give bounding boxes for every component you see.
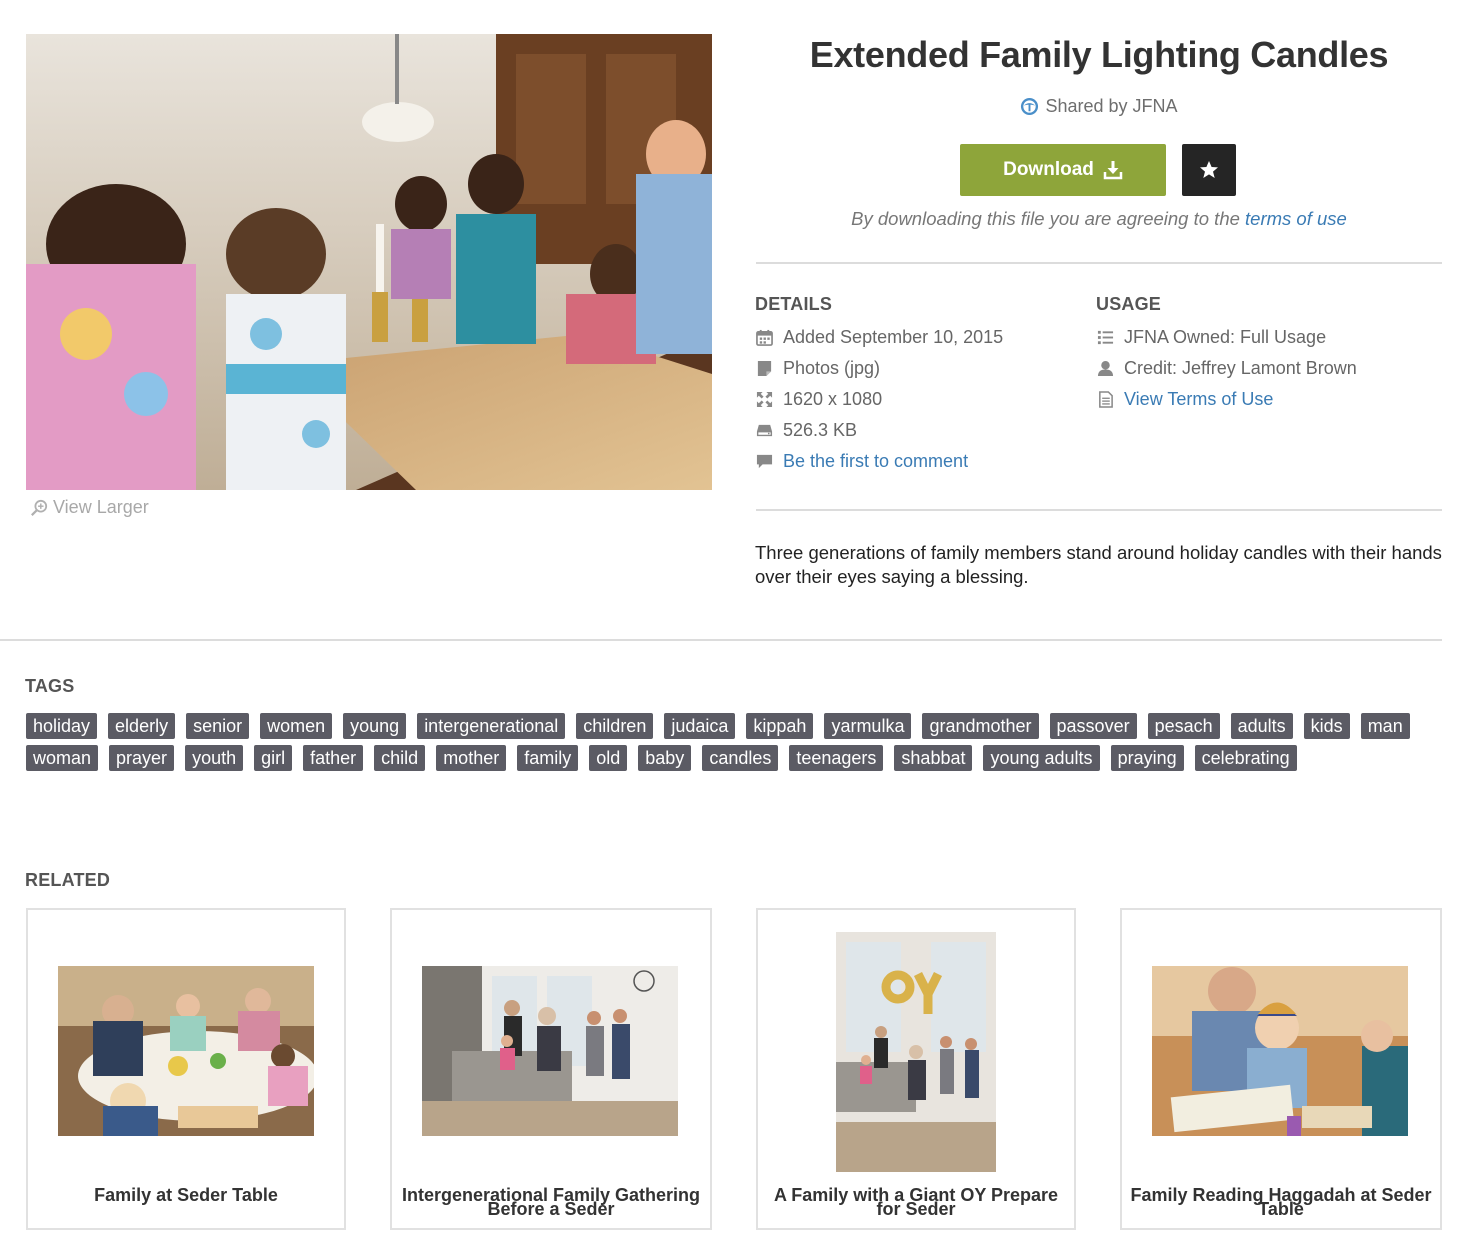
- tag[interactable]: adults: [1230, 713, 1293, 739]
- tag[interactable]: senior: [186, 713, 250, 739]
- tag[interactable]: old: [589, 745, 628, 771]
- tag[interactable]: yarmulka: [824, 713, 912, 739]
- tag[interactable]: passover: [1049, 713, 1137, 739]
- user-icon: [1096, 360, 1114, 378]
- usage-ownership: JFNA Owned: Full Usage: [1096, 322, 1357, 353]
- details-heading: DETAILS: [755, 294, 833, 314]
- shared-by: Shared by JFNA: [756, 96, 1442, 117]
- terms-notice: By downloading this file you are agreein…: [756, 208, 1442, 230]
- download-label: Download: [1003, 159, 1094, 180]
- tag[interactable]: women: [260, 713, 333, 739]
- tag[interactable]: elderly: [108, 713, 176, 739]
- tag-list: holiday elderly senior women young inter…: [26, 713, 1446, 771]
- view-larger-label: View Larger: [53, 497, 149, 517]
- tag[interactable]: teenagers: [789, 745, 884, 771]
- document-icon: [1096, 391, 1114, 409]
- tags-heading: TAGS: [25, 676, 75, 696]
- main-photo[interactable]: [26, 34, 712, 490]
- tag[interactable]: judaica: [664, 713, 736, 739]
- related-card[interactable]: Family at Seder Table: [26, 908, 346, 1230]
- detail-type-text: Photos (jpg): [783, 358, 881, 378]
- detail-dimensions: 1620 x 1080: [755, 384, 1003, 415]
- tag[interactable]: praying: [1110, 745, 1184, 771]
- detail-size-text: 526.3 KB: [783, 420, 858, 440]
- tag[interactable]: kids: [1303, 713, 1350, 739]
- comment-link[interactable]: Be the first to comment: [783, 451, 968, 472]
- related-thumbnail: [836, 932, 996, 1172]
- file-icon: [755, 360, 773, 378]
- usage-heading: USAGE: [1096, 294, 1162, 314]
- related-card[interactable]: A Family with a Giant OY Prepare for Sed…: [756, 908, 1076, 1230]
- tag[interactable]: child: [374, 745, 426, 771]
- calendar-icon: [755, 329, 773, 347]
- tag[interactable]: man: [1360, 713, 1410, 739]
- tag[interactable]: prayer: [109, 745, 175, 771]
- magnifier-icon: [31, 499, 48, 516]
- main-photo-image: [26, 34, 712, 490]
- list-icon: [1096, 329, 1114, 347]
- page-title: Extended Family Lighting Candles: [809, 34, 1389, 75]
- related-card[interactable]: Intergenerational Family Gathering Befor…: [390, 908, 712, 1230]
- divider: [0, 639, 1442, 641]
- tag[interactable]: celebrating: [1194, 745, 1297, 771]
- download-icon: [1103, 161, 1123, 180]
- favorite-button[interactable]: [1182, 144, 1236, 196]
- comment-icon: [755, 453, 773, 471]
- tag[interactable]: shabbat: [894, 745, 973, 771]
- detail-dimensions-text: 1620 x 1080: [783, 389, 883, 409]
- related-title: Family at Seder Table: [94, 1185, 278, 1205]
- related-heading: RELATED: [25, 870, 111, 890]
- related-title: A Family with a Giant OY Prepare for Sed…: [773, 1185, 1059, 1219]
- star-icon: [1200, 161, 1218, 178]
- tag[interactable]: kippah: [746, 713, 814, 739]
- tag[interactable]: intergenerational: [417, 713, 566, 739]
- detail-added-text: Added September 10, 2015: [783, 327, 1004, 347]
- related-thumbnail: [422, 966, 678, 1136]
- tag[interactable]: young adults: [983, 745, 1100, 771]
- tag[interactable]: youth: [185, 745, 244, 771]
- tag[interactable]: young: [343, 713, 407, 739]
- usage-list: JFNA Owned: Full Usage Credit: Jeffrey L…: [1096, 322, 1357, 415]
- tag[interactable]: holiday: [26, 713, 98, 739]
- dimensions-icon: [755, 391, 773, 409]
- tag[interactable]: children: [576, 713, 654, 739]
- description: Three generations of family members stan…: [755, 542, 1442, 587]
- related-title: Family Reading Haggadah at Seder Table: [1130, 1185, 1432, 1219]
- related-thumbnail: [1152, 966, 1408, 1136]
- detail-added: Added September 10, 2015: [755, 322, 1003, 353]
- detail-type: Photos (jpg): [755, 353, 1003, 384]
- tag[interactable]: grandmother: [922, 713, 1039, 739]
- usage-credit: Credit: Jeffrey Lamont Brown: [1096, 353, 1357, 384]
- terms-notice-text: By downloading this file you are agreein…: [851, 208, 1246, 229]
- usage-ownership-text: JFNA Owned: Full Usage: [1124, 327, 1327, 347]
- usage-terms[interactable]: View Terms of Use: [1096, 384, 1357, 415]
- divider: [756, 509, 1442, 511]
- disk-icon: [755, 422, 773, 440]
- jfna-logo-icon: [1021, 97, 1039, 116]
- related-thumbnail: [58, 966, 314, 1136]
- shared-by-text: Shared by JFNA: [1045, 96, 1178, 116]
- related-title: Intergenerational Family Gathering Befor…: [401, 1185, 701, 1219]
- divider: [756, 262, 1442, 264]
- tag[interactable]: woman: [26, 745, 99, 771]
- usage-credit-text: Credit: Jeffrey Lamont Brown: [1124, 358, 1357, 378]
- details-list: Added September 10, 2015 Photos (jpg) 16…: [755, 322, 1003, 477]
- related-card[interactable]: Family Reading Haggadah at Seder Table: [1120, 908, 1442, 1230]
- download-button[interactable]: Download: [960, 144, 1166, 196]
- tag[interactable]: candles: [702, 745, 779, 771]
- tag[interactable]: mother: [436, 745, 507, 771]
- detail-size: 526.3 KB: [755, 415, 1003, 446]
- detail-comment[interactable]: Be the first to comment: [755, 446, 1003, 477]
- tag[interactable]: family: [517, 745, 579, 771]
- view-larger-link[interactable]: View Larger: [30, 497, 149, 518]
- tag[interactable]: father: [303, 745, 364, 771]
- tag[interactable]: baby: [638, 745, 692, 771]
- tag[interactable]: girl: [254, 745, 293, 771]
- view-terms-link[interactable]: View Terms of Use: [1124, 389, 1273, 410]
- tag[interactable]: pesach: [1147, 713, 1220, 739]
- terms-of-use-link[interactable]: terms of use: [1245, 208, 1347, 229]
